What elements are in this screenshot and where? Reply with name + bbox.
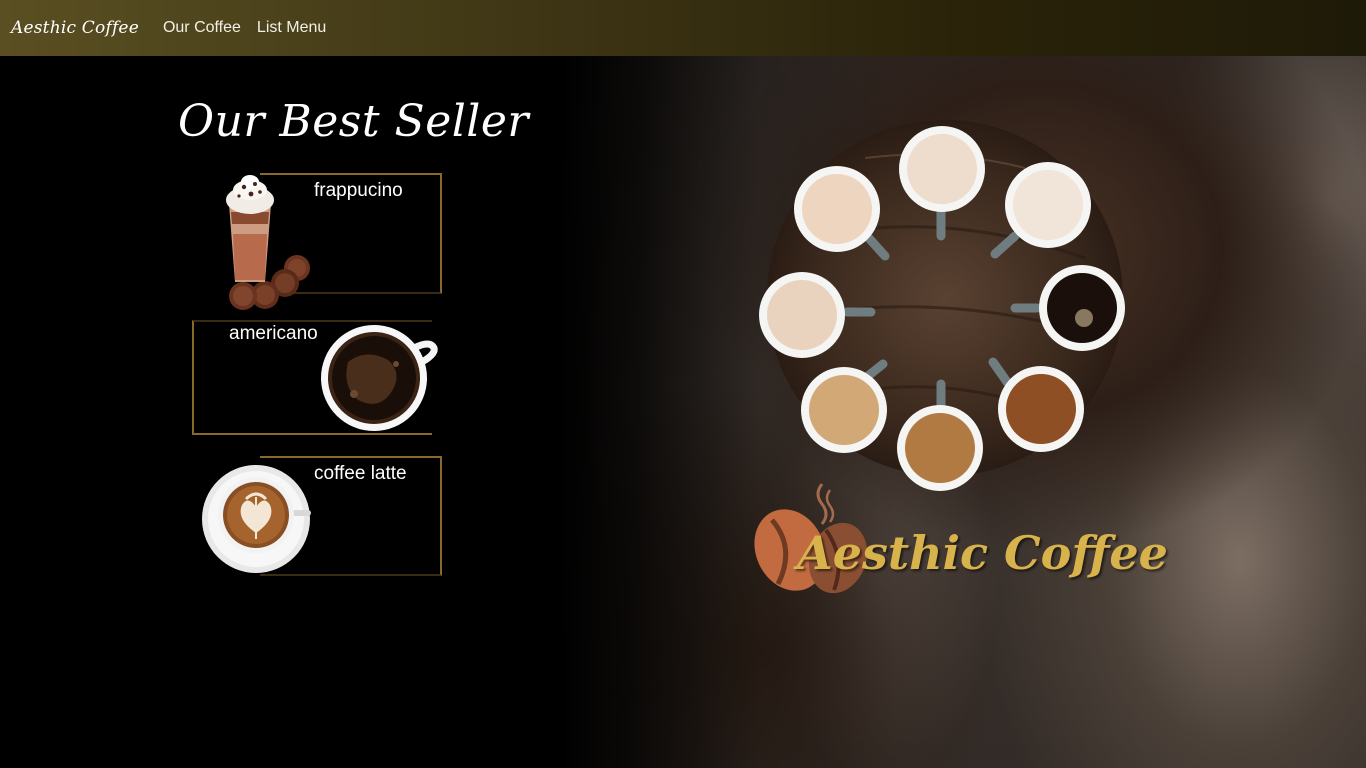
brand-logo[interactable]: Aesthic Coffee <box>11 18 139 38</box>
nav-link-our-coffee[interactable]: Our Coffee <box>163 19 241 37</box>
card-label: coffee latte <box>314 463 407 484</box>
navbar: Aesthic Coffee Our Coffee List Menu <box>0 0 1366 56</box>
card-label: americano <box>229 323 318 344</box>
section-title: Our Best Seller <box>178 96 529 147</box>
latte-cup-icon <box>202 465 311 573</box>
hero-logo-text: Aesthic Coffee <box>797 526 1168 580</box>
nav-link-list-menu[interactable]: List Menu <box>257 19 326 37</box>
coffee-cups-board-image <box>759 120 1125 491</box>
best-seller-card-coffee-latte[interactable]: coffee latte <box>200 455 443 577</box>
best-seller-card-frappucino[interactable]: frappucino <box>200 172 443 314</box>
americano-cup-icon <box>321 325 438 431</box>
card-label: frappucino <box>314 180 403 201</box>
best-seller-card-americano[interactable]: americano <box>192 320 442 436</box>
